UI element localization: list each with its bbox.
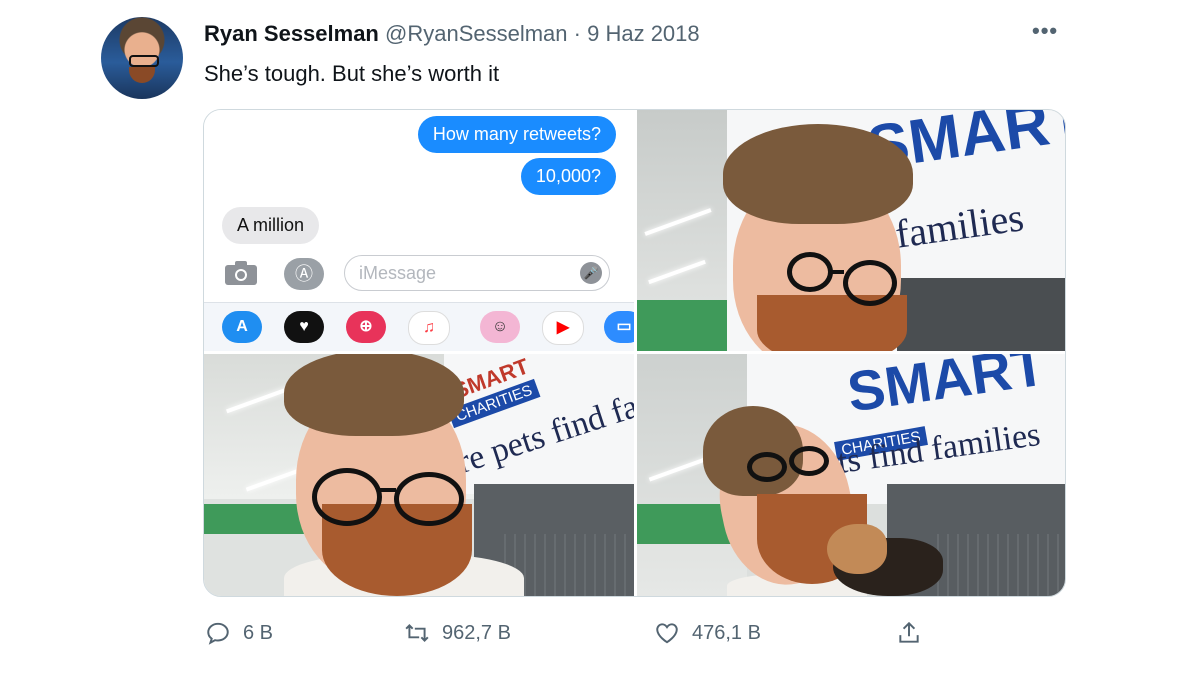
microphone-icon: 🎤: [580, 262, 602, 284]
imessage-input: iMessage: [344, 255, 610, 291]
reply-icon: [207, 622, 229, 645]
tweet-actions: 6 B 962,7 B 476,1 B: [0, 615, 1200, 651]
imessage-bubble: How many retweets?: [417, 116, 616, 153]
glasses-bridge: [380, 488, 396, 492]
digital-touch-icon: ♥: [284, 311, 324, 343]
store-window: [897, 278, 1065, 351]
retweet-count: 962,7 B: [442, 621, 511, 644]
person-beard: [757, 295, 907, 351]
like-count: 476,1 B: [692, 621, 761, 644]
avatar-glasses: [129, 55, 159, 67]
messages-app-icon: ▭: [604, 311, 634, 343]
glasses-bridge: [832, 270, 844, 274]
author-handle[interactable]: @RyanSesselman: [385, 21, 568, 46]
memoji-icon: ☺: [480, 311, 520, 343]
like-button[interactable]: 476,1 B: [654, 615, 761, 651]
person-hair: [723, 124, 913, 224]
avatar[interactable]: [101, 17, 183, 99]
header-separator: ·: [573, 21, 581, 46]
media-image-photo[interactable]: SMART CHARITIES re pets find fa: [204, 354, 634, 596]
youtube-icon: ▶: [542, 311, 584, 345]
retweet-button[interactable]: 962,7 B: [404, 615, 511, 651]
imessage-bubble: A million: [222, 207, 320, 244]
heart-icon: [656, 623, 678, 644]
media-image-photo[interactable]: SMART families: [637, 110, 1065, 351]
retweet-icon: [405, 624, 429, 642]
author-name[interactable]: Ryan Sesselman: [204, 21, 379, 46]
images-search-icon: ⊕: [346, 311, 386, 343]
glasses-lens: [394, 472, 464, 526]
glasses-lens: [747, 452, 787, 482]
media-image-photo[interactable]: SMART CHARITIES ts find families: [637, 354, 1065, 596]
share-icon: [899, 621, 919, 643]
camera-icon: [225, 261, 257, 285]
store-wall: [637, 300, 727, 351]
app-store-icon: A: [222, 311, 262, 343]
tweet-header: Ryan Sesselman @RyanSesselman · 9 Haz 20…: [204, 20, 700, 48]
reply-count: 6 B: [243, 621, 274, 644]
app-drawer: A ♥ ⊕ ♫ ☺ ▶ ▭: [204, 302, 634, 351]
person-hair: [284, 354, 464, 436]
media-image-imessage[interactable]: How many retweets? 10,000? A million Ⓐ i…: [204, 110, 634, 351]
more-options-icon[interactable]: •••: [1032, 18, 1058, 44]
person-hair: [703, 406, 803, 496]
reply-button[interactable]: 6 B: [205, 615, 273, 651]
puppy-face: [827, 524, 887, 574]
media-grid: How many retweets? 10,000? A million Ⓐ i…: [203, 109, 1066, 597]
glasses-lens: [787, 252, 833, 292]
tweet-text: She’s tough. But she’s worth it: [204, 61, 500, 86]
pet-cage: [937, 534, 1065, 596]
glasses-lens: [789, 446, 829, 476]
app-store-icon: Ⓐ: [284, 258, 324, 290]
glasses-lens: [843, 260, 897, 306]
music-icon: ♫: [408, 311, 450, 345]
avatar-beard: [129, 67, 155, 83]
tweet-date[interactable]: 9 Haz 2018: [587, 21, 700, 46]
glasses-lens: [312, 468, 382, 526]
imessage-bubble: 10,000?: [520, 158, 616, 195]
share-button[interactable]: [896, 615, 922, 651]
